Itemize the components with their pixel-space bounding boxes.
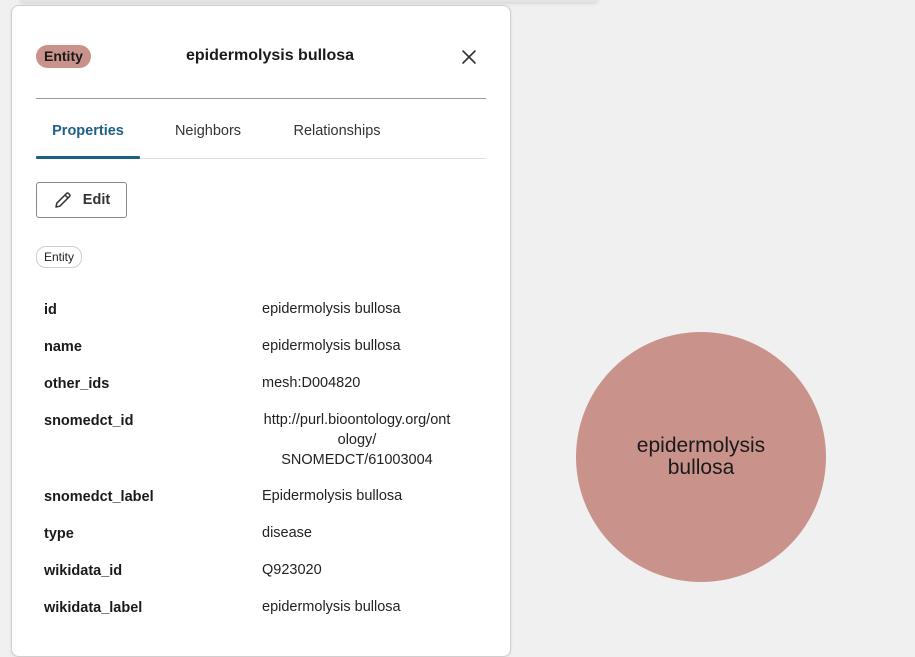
property-key: id — [44, 302, 57, 318]
close-icon — [462, 50, 476, 64]
entity-type-badge: Entity — [36, 45, 91, 68]
graph-node-label: epidermolysis bullosa — [636, 434, 766, 479]
property-value: epidermolysis bullosa — [262, 301, 401, 317]
header-divider — [36, 98, 486, 99]
property-value: Q923020 — [262, 562, 322, 578]
label-chip: Entity — [36, 246, 83, 268]
toolbar-edge — [20, 0, 598, 2]
tab-bar: Properties Neighbors Relationships — [36, 104, 486, 159]
tab-relationships[interactable]: Relationships — [280, 104, 394, 158]
edit-label: Edit — [82, 192, 111, 208]
property-value: epidermolysis bullosa — [262, 599, 401, 615]
edit-button[interactable]: Edit — [36, 182, 127, 218]
property-key: other_ids — [44, 376, 110, 392]
property-key: wikidata_label — [44, 600, 143, 616]
property-value: disease — [262, 525, 312, 541]
property-key: snomedct_label — [44, 489, 154, 505]
property-value: Epidermolysis bullosa — [262, 488, 403, 504]
property-value: mesh:D004820 — [262, 375, 361, 391]
pencil-icon — [55, 192, 71, 208]
tab-neighbors[interactable]: Neighbors — [162, 104, 254, 158]
property-key: snomedct_id — [44, 413, 134, 429]
panel-title: epidermolysis bullosa — [186, 47, 355, 64]
close-button[interactable] — [456, 44, 482, 70]
details-panel: Entity epidermolysis bullosa Properties … — [11, 5, 511, 657]
property-value: epidermolysis bullosa — [262, 338, 401, 354]
property-key: wikidata_id — [44, 563, 123, 579]
graph-node[interactable]: epidermolysis bullosa — [576, 332, 826, 582]
panel-header: Entity epidermolysis bullosa — [36, 44, 486, 74]
property-key: name — [44, 339, 82, 355]
property-key: type — [44, 526, 74, 542]
tab-properties[interactable]: Properties — [36, 104, 140, 159]
property-value: http://purl.bioontology.org/ontology/ SN… — [263, 412, 451, 468]
